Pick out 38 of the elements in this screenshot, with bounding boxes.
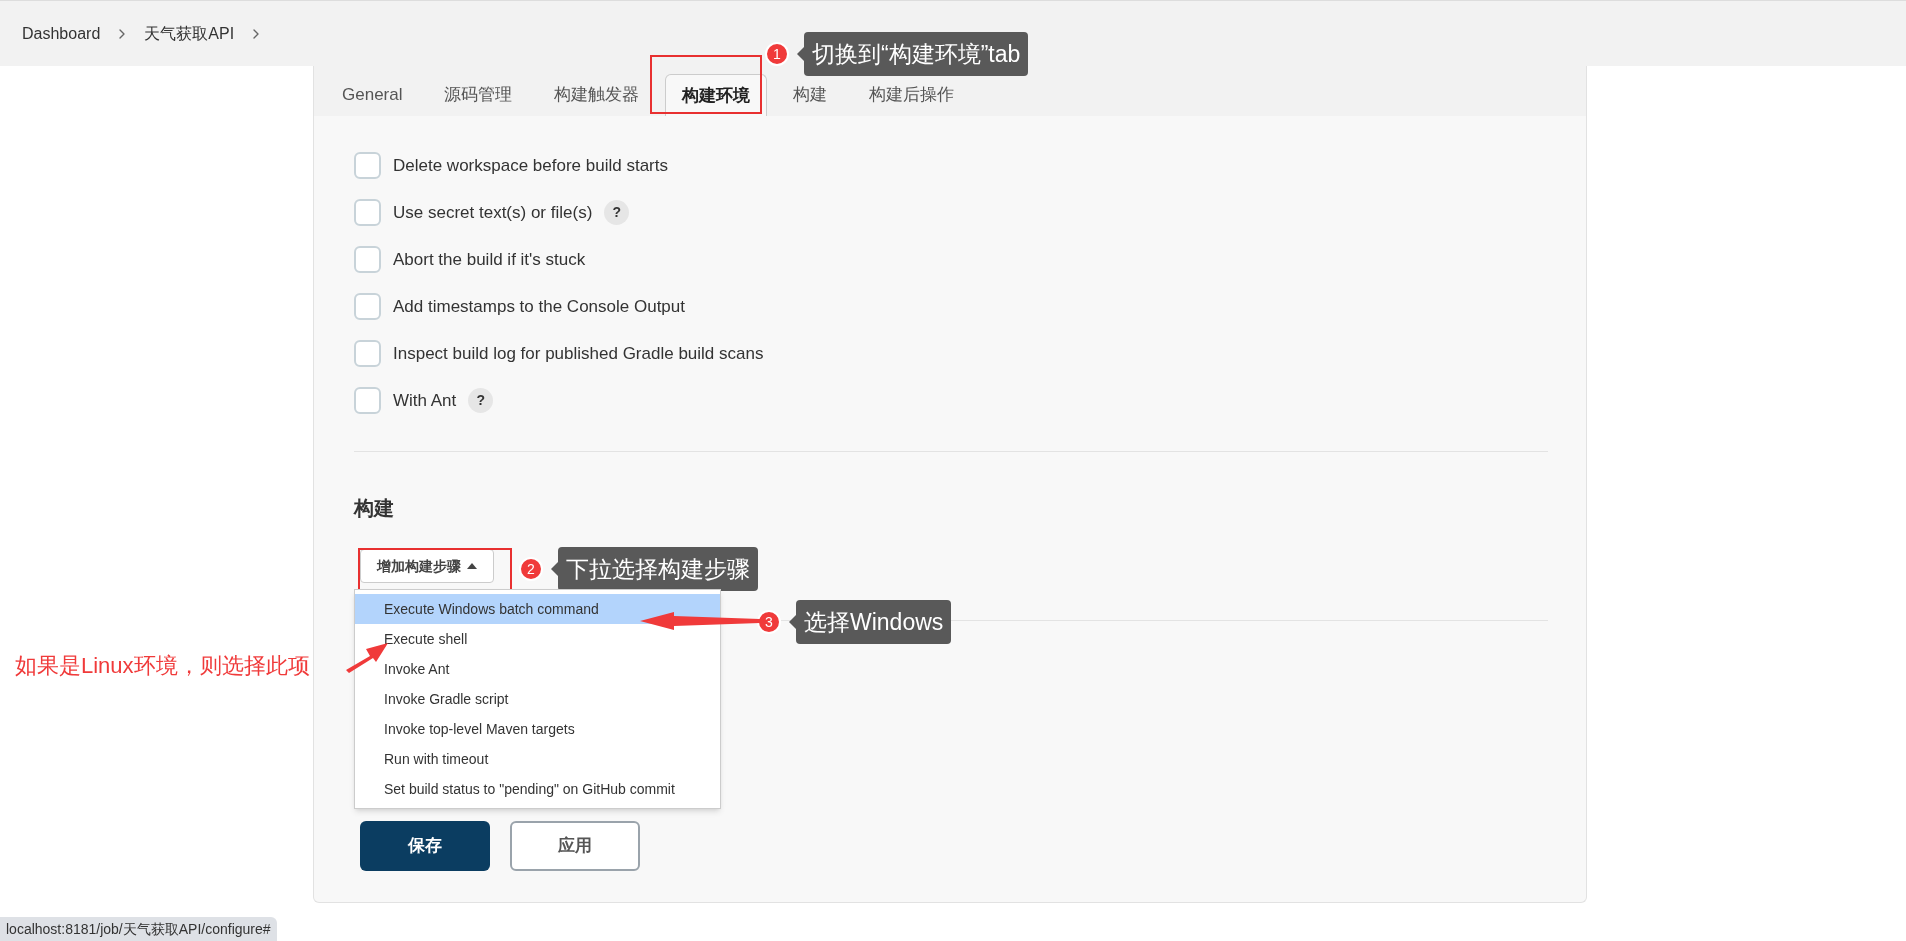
add-build-step-button[interactable]: 增加构建步骤	[360, 549, 494, 583]
option-label: Use secret text(s) or file(s)	[393, 201, 593, 224]
menu-item[interactable]: Run with timeout	[355, 744, 720, 774]
checkbox[interactable]	[354, 152, 381, 179]
menu-item[interactable]: Invoke top-level Maven targets	[355, 714, 720, 744]
menu-item[interactable]: Execute shell	[355, 624, 720, 654]
checkbox[interactable]	[354, 246, 381, 273]
callout-label: 下拉选择构建步骤	[551, 547, 758, 591]
option-label: Abort the build if it's stuck	[393, 248, 586, 271]
callout-label: 切换到“构建环境”tab	[797, 32, 1029, 76]
breadcrumb-link[interactable]: 天气获取API	[144, 21, 235, 46]
save-button[interactable]: 保存	[360, 821, 490, 871]
section-heading: 构建	[354, 496, 395, 521]
tab[interactable]: 源码管理	[428, 74, 529, 116]
menu-item[interactable]: Invoke Gradle script	[355, 684, 720, 714]
option-label: Inspect build log for published Gradle build scans	[393, 342, 764, 365]
side-note: 如果是Linux环境，则选择此项	[15, 652, 310, 680]
help-button[interactable]: ?	[468, 388, 494, 413]
callout-label: 选择Windows	[789, 600, 952, 644]
help-button[interactable]: ?	[604, 200, 630, 225]
tab[interactable]: 构建	[777, 74, 844, 116]
option-label: With Ant	[393, 389, 457, 412]
checkbox[interactable]	[354, 387, 381, 414]
option-label: Delete workspace before build starts	[393, 154, 668, 177]
tab[interactable]: 构建环境	[665, 74, 768, 116]
menu-item[interactable]: Execute Windows batch command	[355, 594, 720, 624]
menu-item[interactable]: Invoke Ant	[355, 654, 720, 684]
apply-button[interactable]: 应用	[510, 821, 640, 871]
checkbox[interactable]	[354, 199, 381, 226]
tab[interactable]: General	[326, 74, 419, 116]
checkbox[interactable]	[354, 340, 381, 367]
tab[interactable]: 构建后操作	[853, 74, 971, 116]
menu-item[interactable]: Set build status to "pending" on GitHub commit	[355, 774, 720, 804]
checkbox[interactable]	[354, 293, 381, 320]
option-label: Add timestamps to the Console Output	[393, 295, 685, 318]
status-url: localhost:8181/job/天气获取API/configure#	[0, 917, 277, 941]
tab[interactable]: 构建触发器	[538, 74, 656, 116]
breadcrumb-link[interactable]: Dashboard	[22, 21, 101, 46]
